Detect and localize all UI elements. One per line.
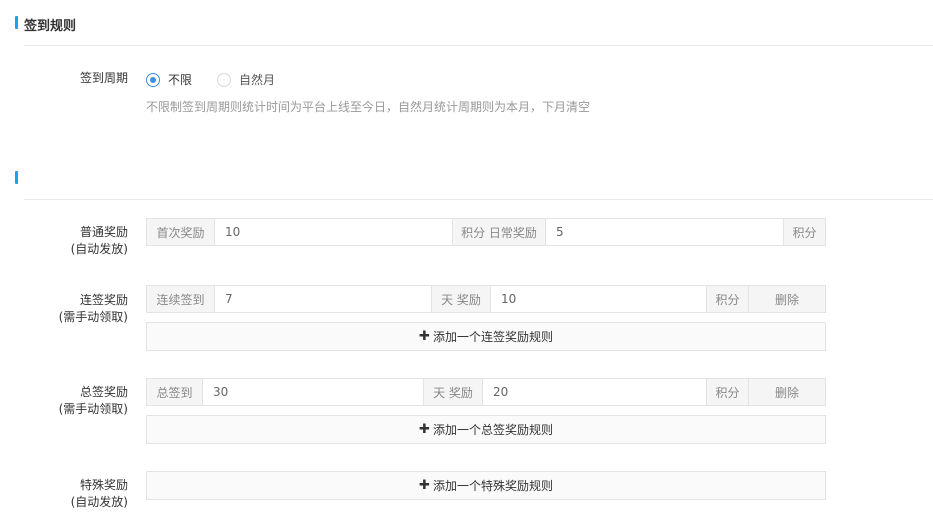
section-divider bbox=[24, 199, 933, 200]
radio-natural-month-label: 自然月 bbox=[239, 73, 276, 87]
plus-icon: ✚ bbox=[419, 478, 430, 493]
add-continuous-rule-button[interactable]: ✚ 添加一个连签奖励规则 bbox=[146, 322, 826, 351]
radio-checked-icon[interactable] bbox=[146, 72, 160, 87]
first-reward-addon: 首次奖励 bbox=[147, 219, 215, 245]
delete-total-button[interactable]: 删除 bbox=[748, 379, 825, 405]
total-reward-label: 总签奖励 (需手动领取) bbox=[0, 384, 128, 418]
cycle-hint: 不限制签到周期则统计时间为平台上线至今日，自然月统计周期则为本月，下月清空 bbox=[146, 100, 591, 114]
total-reward-title: 总签奖励 bbox=[79, 385, 128, 399]
delete-continuous-button[interactable]: 删除 bbox=[748, 286, 825, 312]
section-marker bbox=[15, 16, 18, 29]
add-continuous-rule-label: 添加一个连签奖励规则 bbox=[432, 330, 553, 344]
continuous-reward-title: 连签奖励 bbox=[79, 293, 128, 307]
normal-reward-title: 普通奖励 bbox=[79, 225, 128, 239]
cycle-label: 签到周期 bbox=[79, 71, 128, 85]
total-days-input[interactable]: 30 bbox=[203, 379, 423, 405]
add-total-rule-label: 添加一个总签奖励规则 bbox=[432, 423, 553, 437]
continuous-reward-label: 连签奖励 (需手动领取) bbox=[0, 292, 128, 326]
total-reward-input[interactable]: 20 bbox=[483, 379, 706, 405]
total-days-addon: 总签到 bbox=[147, 379, 203, 405]
total-reward-group: 总签到 30 天 奖励 20 积分 删除 bbox=[146, 378, 826, 406]
points-suffix: 积分 bbox=[783, 219, 825, 245]
radio-unlimited-label: 不限 bbox=[168, 73, 193, 87]
points-suffix: 积分 bbox=[706, 379, 748, 405]
radio-unchecked-icon[interactable] bbox=[217, 72, 231, 87]
normal-reward-note: (自动发放) bbox=[70, 242, 128, 256]
continuous-reward-addon: 天 奖励 bbox=[431, 286, 491, 312]
plus-icon: ✚ bbox=[419, 422, 430, 437]
daily-reward-input[interactable]: 5 bbox=[546, 219, 783, 245]
normal-reward-group: 首次奖励 10 积分 日常奖励 5 积分 bbox=[146, 218, 826, 246]
continuous-days-addon: 连续签到 bbox=[147, 286, 215, 312]
total-reward-addon: 天 奖励 bbox=[423, 379, 483, 405]
special-reward-note: (自动发放) bbox=[70, 495, 128, 509]
section-title-checkin-rules: 签到规则 bbox=[24, 19, 77, 34]
daily-reward-addon: 积分 日常奖励 bbox=[452, 219, 546, 245]
radio-natural-month[interactable]: 自然月 bbox=[217, 71, 275, 88]
radio-unlimited[interactable]: 不限 bbox=[146, 71, 192, 88]
special-reward-label: 特殊奖励 (自动发放) bbox=[0, 477, 128, 511]
continuous-reward-input[interactable]: 10 bbox=[491, 286, 706, 312]
add-total-rule-button[interactable]: ✚ 添加一个总签奖励规则 bbox=[146, 415, 826, 444]
continuous-reward-note: (需手动领取) bbox=[58, 310, 128, 324]
first-reward-input[interactable]: 10 bbox=[215, 219, 452, 245]
continuous-reward-group: 连续签到 7 天 奖励 10 积分 删除 bbox=[146, 285, 826, 313]
add-special-rule-label: 添加一个特殊奖励规则 bbox=[432, 479, 553, 493]
continuous-days-input[interactable]: 7 bbox=[215, 286, 431, 312]
section-divider bbox=[24, 45, 933, 46]
plus-icon: ✚ bbox=[419, 329, 430, 344]
add-special-rule-button[interactable]: ✚ 添加一个特殊奖励规则 bbox=[146, 471, 826, 500]
section-marker bbox=[15, 171, 18, 184]
normal-reward-label: 普通奖励 (自动发放) bbox=[0, 224, 128, 258]
points-suffix: 积分 bbox=[706, 286, 748, 312]
total-reward-note: (需手动领取) bbox=[58, 402, 128, 416]
special-reward-title: 特殊奖励 bbox=[79, 478, 128, 492]
